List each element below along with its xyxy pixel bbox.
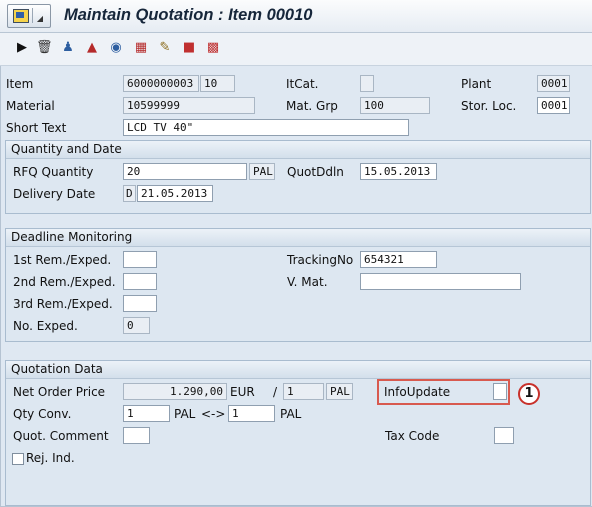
deadline-monitoring-header: Deadline Monitoring	[6, 229, 590, 247]
calendar-icon[interactable]: ▩	[205, 40, 221, 56]
grid-icon[interactable]: ▦	[133, 40, 149, 56]
tax-code-field[interactable]	[494, 427, 514, 444]
v-mat-label: V. Mat.	[287, 275, 328, 289]
stor-loc-label: Stor. Loc.	[461, 99, 517, 113]
rfq-quantity-field[interactable]: 20	[123, 163, 247, 180]
qty-conv-unit1: PAL	[174, 407, 196, 421]
plant-label: Plant	[461, 77, 492, 91]
edit-icon[interactable]: ✎	[157, 40, 173, 56]
callout-badge: 1	[518, 383, 540, 405]
rem1-label: 1st Rem./Exped.	[13, 253, 112, 267]
title-bar: ◢ Maintain Quotation : Item 00010	[0, 0, 592, 33]
no-exped-field: 0	[123, 317, 150, 334]
menu-icon	[13, 9, 29, 23]
system-menu-button[interactable]: ◢	[7, 4, 51, 28]
item-label: Item	[6, 77, 34, 91]
short-text-field[interactable]: LCD TV 40"	[123, 119, 409, 136]
rem1-field[interactable]	[123, 251, 157, 268]
qty-conv-label: Qty Conv.	[13, 407, 72, 421]
quotddln-label: QuotDdln	[287, 165, 344, 179]
itcat-field	[360, 75, 374, 92]
quotation-data-header: Quotation Data	[6, 361, 590, 379]
rem3-field[interactable]	[123, 295, 157, 312]
price-unit-uom: PAL	[326, 383, 353, 400]
stor-loc-field[interactable]: 0001	[537, 97, 570, 114]
material-field: 10599999	[123, 97, 255, 114]
price-unit-field: 1	[283, 383, 324, 400]
tax-code-label: Tax Code	[385, 429, 440, 443]
itcat-label: ItCat.	[286, 77, 319, 91]
quotddln-field[interactable]: 15.05.2013	[360, 163, 437, 180]
material-label: Material	[6, 99, 55, 113]
tracking-no-label: TrackingNo	[287, 253, 354, 267]
quantity-date-header: Quantity and Date	[6, 141, 590, 159]
rem2-label: 2nd Rem./Exped.	[13, 275, 116, 289]
rej-ind-checkbox[interactable]	[12, 453, 24, 465]
truck-icon[interactable]: ■	[181, 40, 197, 56]
delivery-date-category: D	[123, 185, 136, 202]
tracking-no-field[interactable]: 654321	[360, 251, 437, 268]
mat-grp-label: Mat. Grp	[286, 99, 338, 113]
currency-label: EUR	[230, 385, 255, 399]
play-icon[interactable]: ▶	[14, 40, 30, 56]
rem2-field[interactable]	[123, 273, 157, 290]
qty-conv-arrow: <->	[201, 407, 226, 421]
item-position-field: 10	[200, 75, 235, 92]
delivery-date-field[interactable]: 21.05.2013	[137, 185, 213, 202]
qty-conv-unit2: PAL	[280, 407, 302, 421]
chevron-down-icon: ◢	[32, 8, 47, 23]
net-order-price-field: 1.290,00	[123, 383, 227, 400]
net-order-price-label: Net Order Price	[13, 385, 106, 399]
qty-conv-numerator-field[interactable]: 1	[123, 405, 170, 422]
glasses-icon[interactable]: ◉	[108, 40, 124, 56]
qty-conv-denominator-field[interactable]: 1	[228, 405, 275, 422]
delivery-date-label: Delivery Date	[13, 187, 96, 201]
no-exped-label: No. Exped.	[13, 319, 78, 333]
rfq-quantity-label: RFQ Quantity	[13, 165, 94, 179]
trash-icon[interactable]: 🗑	[36, 40, 53, 56]
application-toolbar: ▶ 🗑 ♟ ▲ ◉ ▦ ✎ ■ ▩	[0, 33, 592, 66]
plant-field: 0001	[537, 75, 570, 92]
rem3-label: 3rd Rem./Exped.	[13, 297, 113, 311]
item-number-field: 6000000003	[123, 75, 199, 92]
per-separator: /	[273, 385, 278, 399]
quot-comment-label: Quot. Comment	[13, 429, 109, 443]
rej-ind-label: Rej. Ind.	[26, 451, 75, 465]
hat-icon[interactable]: ▲	[84, 40, 100, 56]
page-title: Maintain Quotation : Item 00010	[64, 6, 313, 24]
quot-comment-field[interactable]	[123, 427, 150, 444]
v-mat-field[interactable]	[360, 273, 521, 290]
person-icon[interactable]: ♟	[60, 40, 76, 56]
mat-grp-field: 100	[360, 97, 430, 114]
rfq-unit-field: PAL	[249, 163, 275, 180]
info-update-highlight	[377, 379, 510, 405]
short-text-label: Short Text	[6, 121, 67, 135]
